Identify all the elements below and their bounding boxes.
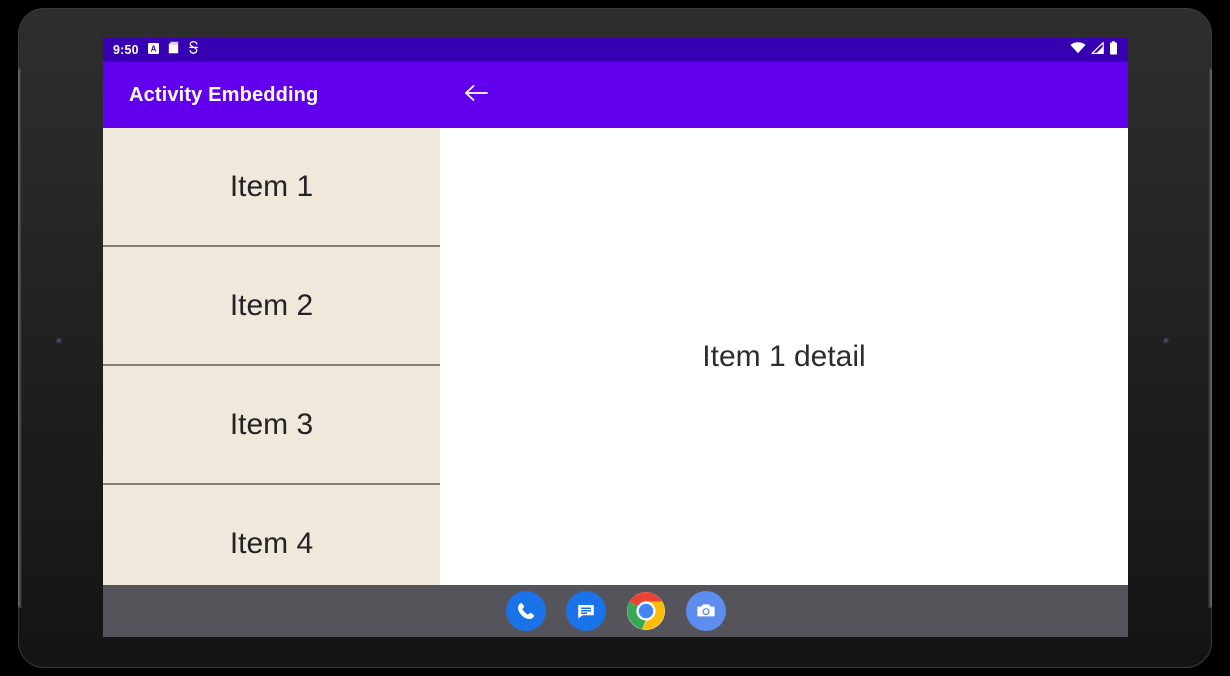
alarm-letter-badge-icon: A bbox=[147, 41, 159, 59]
chrome-icon[interactable] bbox=[626, 591, 666, 631]
messages-icon[interactable] bbox=[565, 591, 606, 631]
phone-icon[interactable] bbox=[505, 591, 546, 631]
split-content: Item 1 Item 2 Item 3 Item 4 Item 1 detai… bbox=[103, 128, 1128, 585]
list-item[interactable]: Item 3 bbox=[103, 366, 440, 485]
s-shape-icon bbox=[188, 41, 199, 59]
list-item[interactable]: Item 4 bbox=[103, 485, 440, 585]
status-bar-left-group: 9:50 A bbox=[113, 41, 199, 59]
list-item[interactable]: Item 2 bbox=[103, 247, 440, 366]
taskbar bbox=[103, 585, 1128, 637]
status-clock: 9:50 bbox=[113, 43, 139, 57]
device-edge-right bbox=[1208, 68, 1212, 608]
camera-sensor-dot bbox=[1163, 338, 1170, 345]
detail-pane: Item 1 detail bbox=[440, 128, 1128, 585]
cellular-signal-icon bbox=[1091, 41, 1104, 59]
list-item-label: Item 2 bbox=[229, 288, 314, 322]
list-item-label: Item 4 bbox=[229, 526, 314, 560]
bag-icon bbox=[168, 41, 179, 59]
camera-sensor-dot bbox=[56, 338, 63, 345]
detail-text: Item 1 detail bbox=[702, 339, 866, 373]
back-button[interactable] bbox=[455, 74, 497, 116]
list-item[interactable]: Item 1 bbox=[103, 128, 440, 247]
wifi-icon bbox=[1070, 41, 1086, 59]
device-screen: 9:50 A Activity Embedding Item 1 Item 2 … bbox=[103, 38, 1128, 637]
battery-icon bbox=[1109, 40, 1118, 60]
camera-icon[interactable] bbox=[685, 591, 726, 631]
list-item-label: Item 3 bbox=[229, 407, 314, 441]
svg-text:A: A bbox=[150, 44, 156, 53]
back-arrow-icon bbox=[463, 82, 489, 109]
list-pane[interactable]: Item 1 Item 2 Item 3 Item 4 bbox=[103, 128, 440, 585]
page-title: Activity Embedding bbox=[129, 83, 319, 106]
list-item-label: Item 1 bbox=[229, 169, 314, 203]
status-bar: 9:50 A bbox=[103, 38, 1128, 62]
app-bar: Activity Embedding bbox=[103, 62, 1128, 128]
status-bar-right-group bbox=[1070, 40, 1118, 60]
device-edge-left bbox=[18, 68, 22, 608]
